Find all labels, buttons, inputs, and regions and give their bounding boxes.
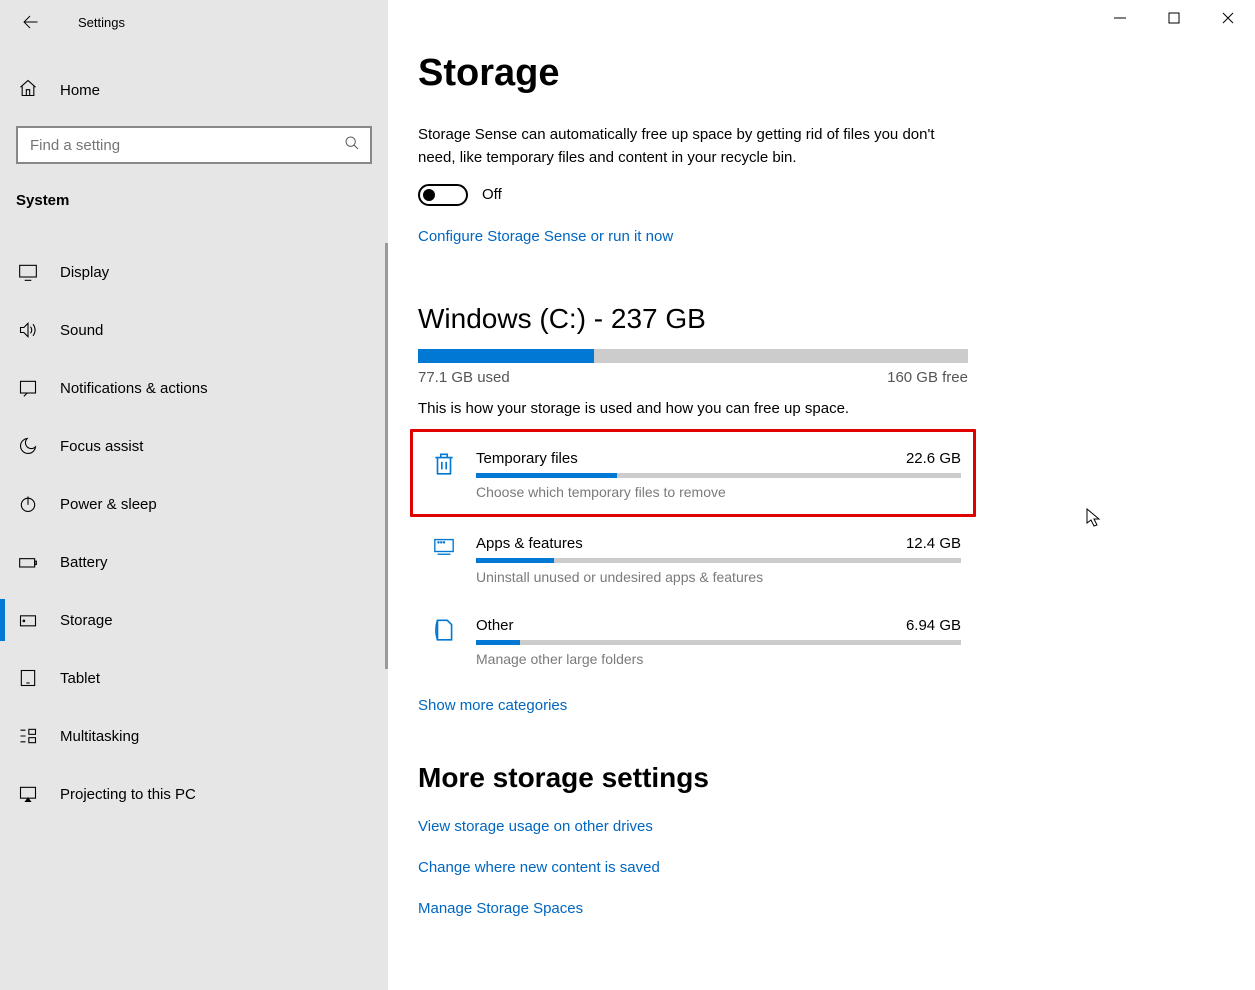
sound-icon — [18, 320, 38, 340]
category-bar-fill — [476, 558, 554, 563]
trash-icon — [430, 450, 458, 478]
sidebar: Settings Home System Display Sound Notif… — [0, 0, 388, 990]
apps-icon — [430, 535, 458, 557]
manage-storage-spaces-link[interactable]: Manage Storage Spaces — [418, 900, 1255, 917]
sidebar-item-label: Projecting to this PC — [60, 786, 196, 803]
display-icon — [18, 262, 38, 282]
category-name: Apps & features — [476, 535, 583, 552]
category-bar-fill — [476, 640, 520, 645]
notifications-icon — [18, 378, 38, 398]
category-list: Temporary files 22.6 GB Choose which tem… — [418, 429, 973, 681]
main: Storage Storage Sense can automatically … — [388, 0, 1255, 990]
sidebar-item-label: Display — [60, 264, 109, 281]
category-name: Other — [476, 617, 514, 634]
battery-icon — [18, 552, 38, 572]
sidebar-item-display[interactable]: Display — [0, 243, 388, 301]
search-icon — [344, 135, 360, 155]
category-bar — [476, 558, 961, 563]
drive-usage-fill — [418, 349, 594, 363]
maximize-button[interactable] — [1147, 0, 1201, 36]
storage-icon — [18, 610, 38, 630]
sidebar-item-notifications[interactable]: Notifications & actions — [0, 359, 388, 417]
window-controls — [1093, 0, 1255, 36]
close-button[interactable] — [1201, 0, 1255, 36]
maximize-icon — [1168, 12, 1180, 24]
sidebar-item-label: Storage — [60, 612, 113, 629]
sidebar-item-multitask[interactable]: Multitasking — [0, 707, 388, 765]
minimize-icon — [1114, 12, 1126, 24]
drive-free-label: 160 GB free — [887, 369, 968, 386]
change-save-location-link[interactable]: Change where new content is saved — [418, 859, 1255, 876]
minimize-button[interactable] — [1093, 0, 1147, 36]
section-label: System — [0, 182, 388, 221]
view-other-drives-link[interactable]: View storage usage on other drives — [418, 818, 1255, 835]
sidebar-item-label: Battery — [60, 554, 108, 571]
sidebar-item-label: Notifications & actions — [60, 380, 208, 397]
toggle-state-label: Off — [482, 186, 502, 203]
configure-storage-link[interactable]: Configure Storage Sense or run it now — [418, 228, 673, 245]
close-icon — [1222, 12, 1234, 24]
sidebar-item-label: Multitasking — [60, 728, 139, 745]
storage-sense-desc: Storage Sense can automatically free up … — [418, 123, 958, 170]
toggle-knob — [423, 189, 435, 201]
category-other[interactable]: Other 6.94 GB Manage other large folders — [418, 599, 973, 681]
nav-list: Display Sound Notifications & actions Fo… — [0, 243, 388, 803]
drive-usage-desc: This is how your storage is used and how… — [418, 400, 1255, 417]
sidebar-item-sound[interactable]: Sound — [0, 301, 388, 359]
drive-stats: 77.1 GB used 160 GB free — [418, 369, 968, 386]
sidebar-item-label: Power & sleep — [60, 496, 157, 513]
category-sub: Uninstall unused or undesired apps & fea… — [476, 569, 961, 585]
sidebar-item-tablet[interactable]: Tablet — [0, 649, 388, 707]
category-bar — [476, 473, 961, 478]
home-nav[interactable]: Home — [0, 62, 388, 118]
titlebar: Settings — [0, 0, 388, 44]
category-sub: Choose which temporary files to remove — [476, 484, 961, 500]
category-size: 6.94 GB — [906, 617, 961, 634]
category-bar-fill — [476, 473, 617, 478]
category-name: Temporary files — [476, 450, 578, 467]
category-sub: Manage other large folders — [476, 651, 961, 667]
storage-sense-toggle-row: Off — [418, 184, 1255, 206]
focus-icon — [18, 436, 38, 456]
multitask-icon — [18, 726, 38, 746]
sidebar-item-label: Focus assist — [60, 438, 143, 455]
category-size: 12.4 GB — [906, 535, 961, 552]
more-links: View storage usage on other drives Chang… — [418, 818, 1255, 917]
sidebar-item-projecting[interactable]: Projecting to this PC — [0, 765, 388, 803]
category-bar — [476, 640, 961, 645]
sidebar-item-storage[interactable]: Storage — [0, 591, 388, 649]
page-title: Storage — [418, 52, 1255, 95]
home-icon — [18, 78, 38, 102]
category-size: 22.6 GB — [906, 450, 961, 467]
sidebar-item-power[interactable]: Power & sleep — [0, 475, 388, 533]
tablet-icon — [18, 668, 38, 688]
category-temporary-files[interactable]: Temporary files 22.6 GB Choose which tem… — [410, 429, 976, 517]
cursor-icon — [1086, 508, 1102, 528]
home-label: Home — [60, 82, 100, 99]
search-wrap — [16, 126, 372, 164]
more-settings-heading: More storage settings — [418, 762, 1255, 794]
projecting-icon — [18, 784, 38, 803]
drive-usage-bar — [418, 349, 968, 363]
sidebar-item-label: Sound — [60, 322, 103, 339]
other-icon — [430, 617, 458, 643]
drive-used-label: 77.1 GB used — [418, 369, 510, 386]
category-apps-features[interactable]: Apps & features 12.4 GB Uninstall unused… — [418, 517, 973, 599]
app-title: Settings — [50, 15, 125, 30]
arrow-left-icon — [21, 13, 39, 31]
power-icon — [18, 494, 38, 514]
drive-title: Windows (C:) - 237 GB — [418, 303, 1255, 335]
sidebar-item-focus[interactable]: Focus assist — [0, 417, 388, 475]
search-input[interactable] — [16, 126, 372, 164]
storage-sense-toggle[interactable] — [418, 184, 468, 206]
sidebar-item-battery[interactable]: Battery — [0, 533, 388, 591]
show-more-categories-link[interactable]: Show more categories — [418, 697, 567, 714]
sidebar-item-label: Tablet — [60, 670, 100, 687]
back-button[interactable] — [10, 2, 50, 42]
